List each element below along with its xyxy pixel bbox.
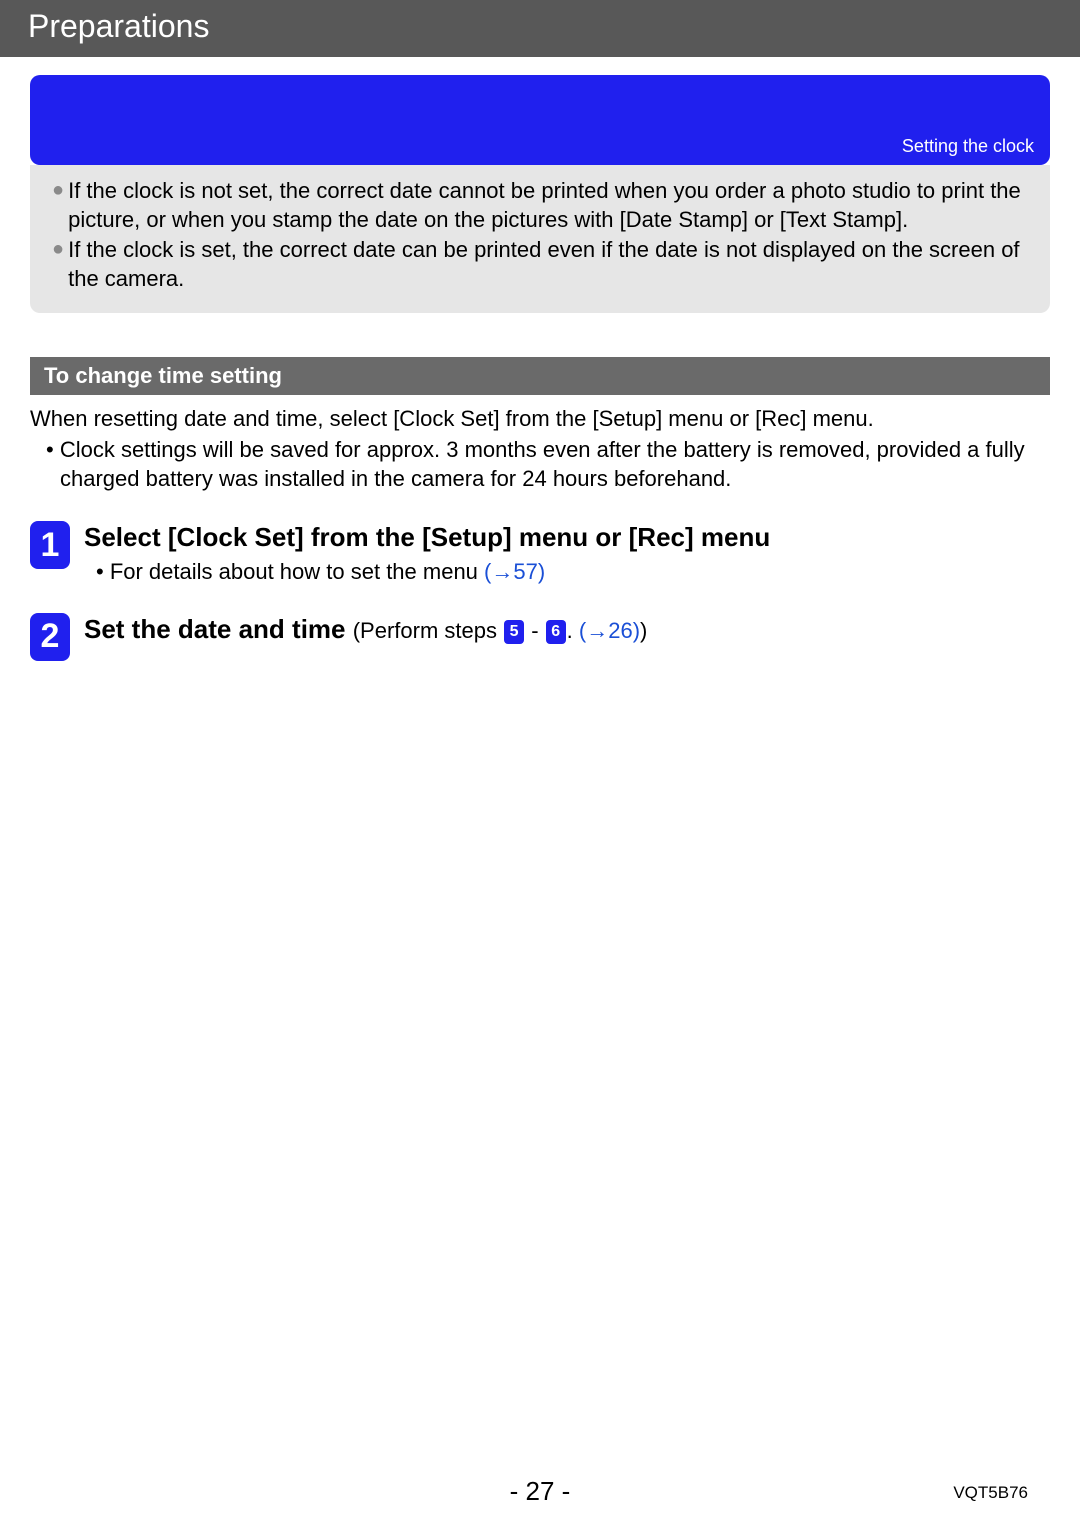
step-number-badge: 1 (30, 521, 70, 569)
step-content: Set the date and time (Perform steps 5 -… (84, 613, 1050, 647)
topic-banner: Setting the clock (30, 75, 1050, 165)
note-text: If the clock is set, the correct date ca… (68, 236, 1028, 293)
step-title: Select [Clock Set] from the [Setup] menu… (84, 521, 1050, 555)
section-heading: To change time setting (30, 357, 1050, 395)
step-2: 2 Set the date and time (Perform steps 5… (30, 613, 1050, 661)
inline-step-badge: 5 (504, 620, 524, 644)
note-item: ● If the clock is set, the correct date … (52, 236, 1028, 293)
chapter-title: Preparations (28, 8, 209, 44)
step-content: Select [Clock Set] from the [Setup] menu… (84, 521, 1050, 585)
chapter-header: Preparations (0, 0, 1080, 57)
note-text: If the clock is not set, the correct dat… (68, 177, 1028, 234)
intro-bullet-text: Clock settings will be saved for approx.… (60, 437, 1025, 491)
step-number-badge: 2 (30, 613, 70, 661)
document-code: VQT5B76 (953, 1483, 1028, 1503)
bullet-icon: ● (52, 177, 64, 204)
section-title: To change time setting (44, 363, 282, 388)
note-box: ● If the clock is not set, the correct d… (30, 165, 1050, 313)
step-title-main: Set the date and time (84, 614, 353, 644)
page-link[interactable]: (→57) (484, 559, 545, 584)
inline-step-badge: 6 (546, 620, 566, 644)
step-title-sub: (Perform steps 5 - 6. (→26)) (353, 618, 648, 643)
step-1: 1 Select [Clock Set] from the [Setup] me… (30, 521, 1050, 585)
bullet-icon: ● (52, 236, 64, 263)
step-detail: • For details about how to set the menu … (96, 559, 1050, 585)
step-title: Set the date and time (Perform steps 5 -… (84, 613, 1050, 647)
note-item: ● If the clock is not set, the correct d… (52, 177, 1028, 234)
topic-label: Setting the clock (902, 136, 1034, 157)
step-detail-text: • For details about how to set the menu (96, 559, 484, 584)
intro-text: When resetting date and time, select [Cl… (30, 405, 1050, 434)
intro-bullet: • Clock settings will be saved for appro… (46, 436, 1050, 493)
page-number: - 27 - (0, 1476, 1080, 1507)
page-link[interactable]: (→26) (579, 618, 640, 643)
